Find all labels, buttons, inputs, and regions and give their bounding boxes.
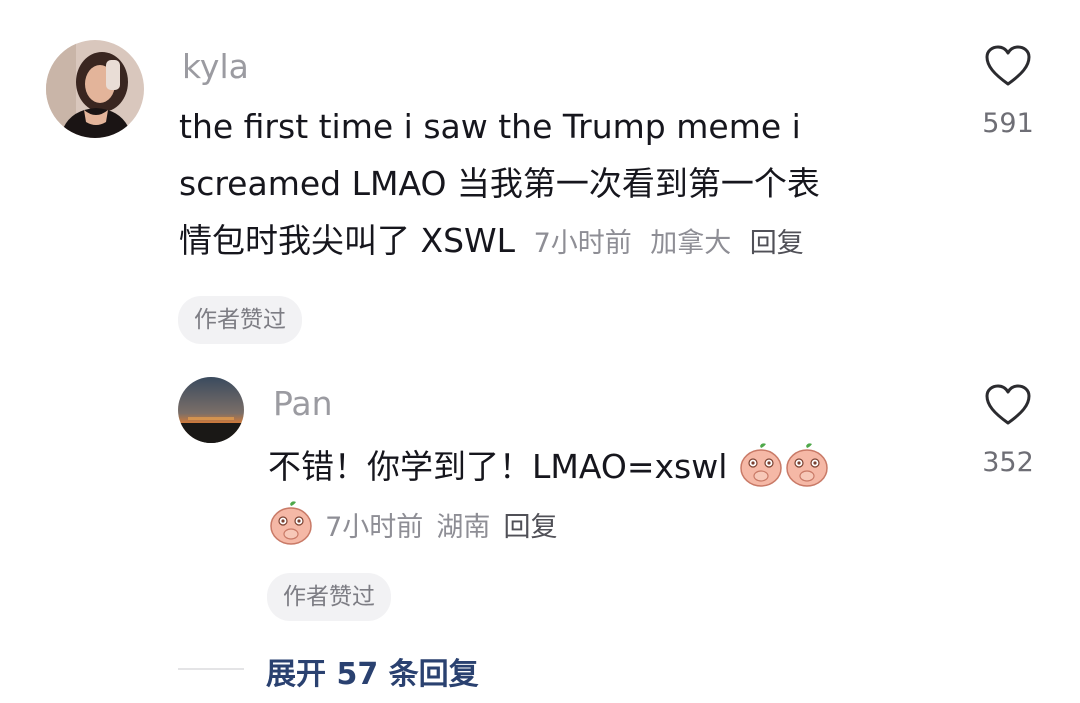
expand-replies-button[interactable]: 展开 57 条回复 bbox=[266, 649, 479, 693]
peach-covering-mouth-emoji bbox=[268, 500, 314, 546]
reply-text: 不错！你学到了！LMAO=xswl bbox=[268, 438, 948, 495]
comment-reply-button[interactable]: 回复 bbox=[750, 228, 804, 259]
comment-like-count: 591 bbox=[982, 108, 1034, 139]
comment-text-line: 情包时我尖叫了 XSWL 7小时前 加拿大 回复 bbox=[179, 212, 939, 272]
reply-location: 湖南 bbox=[436, 512, 491, 543]
author-liked-badge: 作者赞过 bbox=[267, 573, 391, 621]
comment-text-line: the first time i saw the Trump meme i bbox=[179, 107, 801, 146]
heart-outline-icon[interactable] bbox=[984, 383, 1032, 427]
heart-outline-icon[interactable] bbox=[984, 44, 1032, 88]
reply-text-content: 不错！你学到了！LMAO=xswl bbox=[268, 447, 728, 486]
avatar-pan[interactable] bbox=[178, 377, 244, 443]
comment-time: 7小时前 bbox=[533, 228, 632, 259]
peach-covering-mouth-emoji bbox=[784, 442, 830, 488]
reply-like-count: 352 bbox=[982, 447, 1034, 478]
peach-covering-mouth-emoji bbox=[738, 442, 784, 488]
comment-location: 加拿大 bbox=[650, 228, 732, 259]
reply-time: 7小时前 bbox=[325, 512, 424, 543]
comment-username[interactable]: kyla bbox=[182, 47, 249, 87]
author-liked-badge: 作者赞过 bbox=[178, 296, 302, 344]
reply-reply-button[interactable]: 回复 bbox=[503, 512, 557, 543]
comment-text-line: screamed LMAO 当我第一次看到第一个表 bbox=[179, 164, 820, 203]
avatar-kyla[interactable] bbox=[46, 40, 144, 138]
reply-username[interactable]: Pan bbox=[273, 384, 333, 424]
comment-text-tail: 情包时我尖叫了 XSWL bbox=[179, 221, 516, 260]
reply-meta-row: 7小时前 湖南 回复 bbox=[268, 500, 557, 550]
comment-text: the first time i saw the Trump meme i sc… bbox=[179, 98, 939, 272]
expand-divider bbox=[178, 668, 244, 670]
